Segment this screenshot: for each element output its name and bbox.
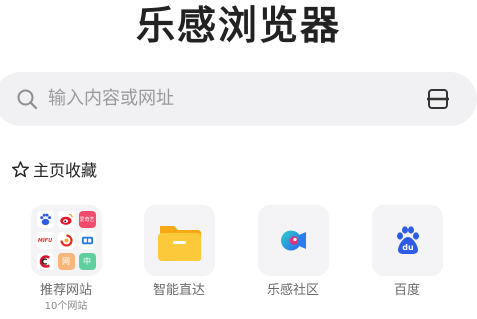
mini-site-icon: 中 xyxy=(78,253,96,270)
favorites-header: 主页收藏 xyxy=(11,158,97,180)
tile-sublabel: 10个网站 xyxy=(44,301,88,312)
folder-icon xyxy=(157,226,201,261)
search-icon xyxy=(17,89,38,110)
site-grid-icon: 爱奇艺 MIFU 网 中 xyxy=(30,205,102,276)
scan-icon[interactable] xyxy=(426,87,450,111)
iqiyi-mini-icon: 爱奇艺 xyxy=(78,211,96,228)
tile-baidu[interactable]: du 百度 xyxy=(362,205,452,299)
tile-recommended-sites[interactable]: 爱奇艺 MIFU 网 中 推荐网站 10个网站 xyxy=(21,205,111,313)
search-placeholder: 输入内容或网址 xyxy=(48,88,174,109)
tile-label: 推荐网站 xyxy=(39,283,92,298)
mini-site-icon xyxy=(57,232,75,249)
star-outline-icon xyxy=(12,160,29,177)
tile-smart-direct[interactable]: 智能直达 xyxy=(134,205,224,299)
search-bar[interactable]: 输入内容或网址 xyxy=(0,72,477,126)
baidu-paw-icon: du xyxy=(396,226,419,254)
tile-label: 智能直达 xyxy=(152,283,205,298)
weibo-mini-icon xyxy=(57,211,75,228)
app-logo-text: 乐感浏览器 xyxy=(135,3,341,49)
mini-site-icon xyxy=(36,253,54,270)
tile-label: 百度 xyxy=(393,283,420,298)
mini-site-icon: 网 xyxy=(57,253,75,270)
mini-site-icon xyxy=(78,232,96,249)
baidu-mini-icon xyxy=(36,211,54,228)
mini-site-icon: MIFU xyxy=(36,232,54,249)
tile-label: 乐感社区 xyxy=(266,283,319,298)
favorites-title: 主页收藏 xyxy=(33,161,98,180)
community-icon xyxy=(280,230,306,251)
tile-community[interactable]: 乐感社区 xyxy=(248,205,338,299)
svg-text:du: du xyxy=(402,243,414,252)
